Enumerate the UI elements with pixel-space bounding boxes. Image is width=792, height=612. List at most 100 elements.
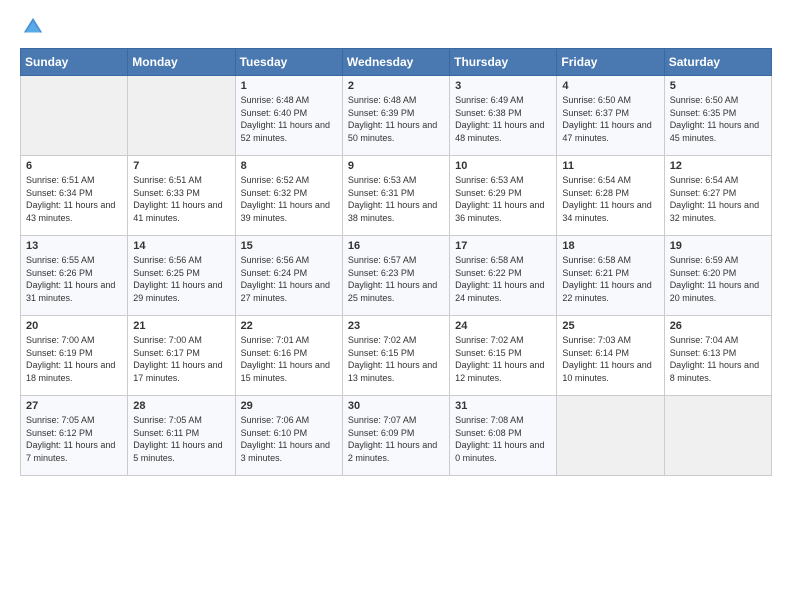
day-number: 18 — [562, 240, 658, 252]
day-number: 16 — [348, 240, 444, 252]
cell-content: Sunrise: 6:53 AM Sunset: 6:31 PM Dayligh… — [348, 174, 444, 224]
calendar-cell: 29 Sunrise: 7:06 AM Sunset: 6:10 PM Dayli… — [235, 396, 342, 476]
calendar-cell: 4 Sunrise: 6:50 AM Sunset: 6:37 PM Daylig… — [557, 76, 664, 156]
day-header-tuesday: Tuesday — [235, 49, 342, 76]
day-number: 3 — [455, 80, 551, 92]
calendar-cell: 11 Sunrise: 6:54 AM Sunset: 6:28 PM Dayli… — [557, 156, 664, 236]
calendar-cell — [557, 396, 664, 476]
day-number: 14 — [133, 240, 229, 252]
day-number: 17 — [455, 240, 551, 252]
cell-content: Sunrise: 7:03 AM Sunset: 6:14 PM Dayligh… — [562, 334, 658, 384]
cell-content: Sunrise: 6:59 AM Sunset: 6:20 PM Dayligh… — [670, 254, 766, 304]
day-header-wednesday: Wednesday — [342, 49, 449, 76]
cell-content: Sunrise: 6:57 AM Sunset: 6:23 PM Dayligh… — [348, 254, 444, 304]
cell-content: Sunrise: 6:56 AM Sunset: 6:25 PM Dayligh… — [133, 254, 229, 304]
week-row-2: 6 Sunrise: 6:51 AM Sunset: 6:34 PM Daylig… — [21, 156, 772, 236]
calendar-cell: 21 Sunrise: 7:00 AM Sunset: 6:17 PM Dayli… — [128, 316, 235, 396]
day-number: 22 — [241, 320, 337, 332]
cell-content: Sunrise: 7:06 AM Sunset: 6:10 PM Dayligh… — [241, 414, 337, 464]
cell-content: Sunrise: 6:53 AM Sunset: 6:29 PM Dayligh… — [455, 174, 551, 224]
day-number: 27 — [26, 400, 122, 412]
day-number: 25 — [562, 320, 658, 332]
cell-content: Sunrise: 7:05 AM Sunset: 6:11 PM Dayligh… — [133, 414, 229, 464]
calendar-cell: 17 Sunrise: 6:58 AM Sunset: 6:22 PM Dayli… — [450, 236, 557, 316]
calendar-cell: 2Sunrise: 6:48 AM Sunset: 6:39 PM Daylig… — [342, 76, 449, 156]
day-number: 19 — [670, 240, 766, 252]
calendar-cell: 8 Sunrise: 6:52 AM Sunset: 6:32 PM Daylig… — [235, 156, 342, 236]
calendar-cell: 25 Sunrise: 7:03 AM Sunset: 6:14 PM Dayli… — [557, 316, 664, 396]
day-number: 4 — [562, 80, 658, 92]
cell-content: Sunrise: 6:51 AM Sunset: 6:33 PM Dayligh… — [133, 174, 229, 224]
cell-content: Sunrise: 6:54 AM Sunset: 6:28 PM Dayligh… — [562, 174, 658, 224]
day-number: 12 — [670, 160, 766, 172]
calendar-cell: 13 Sunrise: 6:55 AM Sunset: 6:26 PM Dayli… — [21, 236, 128, 316]
calendar-cell: 1 Sunrise: 6:48 AM Sunset: 6:40 PM Daylig… — [235, 76, 342, 156]
cell-content: Sunrise: 7:00 AM Sunset: 6:17 PM Dayligh… — [133, 334, 229, 384]
cell-content: Sunrise: 7:07 AM Sunset: 6:09 PM Dayligh… — [348, 414, 444, 464]
day-number: 8 — [241, 160, 337, 172]
cell-content: Sunrise: 6:48 AM Sunset: 6:40 PM Dayligh… — [241, 94, 337, 144]
day-number: 10 — [455, 160, 551, 172]
day-number: 29 — [241, 400, 337, 412]
calendar-cell: 26 Sunrise: 7:04 AM Sunset: 6:13 PM Dayli… — [664, 316, 771, 396]
cell-content: Sunrise: 7:00 AM Sunset: 6:19 PM Dayligh… — [26, 334, 122, 384]
cell-content: Sunrise: 7:04 AM Sunset: 6:13 PM Dayligh… — [670, 334, 766, 384]
days-header-row: SundayMondayTuesdayWednesdayThursdayFrid… — [21, 49, 772, 76]
calendar-cell — [664, 396, 771, 476]
cell-content: Sunrise: 6:58 AM Sunset: 6:22 PM Dayligh… — [455, 254, 551, 304]
day-number: 26 — [670, 320, 766, 332]
cell-content: Sunrise: 7:02 AM Sunset: 6:15 PM Dayligh… — [455, 334, 551, 384]
day-number: 7 — [133, 160, 229, 172]
day-number: 15 — [241, 240, 337, 252]
calendar-cell — [128, 76, 235, 156]
day-header-saturday: Saturday — [664, 49, 771, 76]
cell-content: Sunrise: 6:50 AM Sunset: 6:37 PM Dayligh… — [562, 94, 658, 144]
calendar-cell: 28 Sunrise: 7:05 AM Sunset: 6:11 PM Dayli… — [128, 396, 235, 476]
day-number: 11 — [562, 160, 658, 172]
day-header-friday: Friday — [557, 49, 664, 76]
calendar-cell: 14 Sunrise: 6:56 AM Sunset: 6:25 PM Dayli… — [128, 236, 235, 316]
calendar-cell: 5Sunrise: 6:50 AM Sunset: 6:35 PM Daylig… — [664, 76, 771, 156]
calendar-cell: 18 Sunrise: 6:58 AM Sunset: 6:21 PM Dayli… — [557, 236, 664, 316]
cell-content: Sunrise: 6:54 AM Sunset: 6:27 PM Dayligh… — [670, 174, 766, 224]
calendar-cell: 23 Sunrise: 7:02 AM Sunset: 6:15 PM Dayli… — [342, 316, 449, 396]
calendar-cell: 31 Sunrise: 7:08 AM Sunset: 6:08 PM Dayli… — [450, 396, 557, 476]
cell-content: Sunrise: 6:58 AM Sunset: 6:21 PM Dayligh… — [562, 254, 658, 304]
calendar-cell: 9Sunrise: 6:53 AM Sunset: 6:31 PM Daylig… — [342, 156, 449, 236]
day-header-sunday: Sunday — [21, 49, 128, 76]
cell-content: Sunrise: 6:51 AM Sunset: 6:34 PM Dayligh… — [26, 174, 122, 224]
logo-icon — [22, 16, 44, 38]
day-number: 6 — [26, 160, 122, 172]
cell-content: Sunrise: 7:02 AM Sunset: 6:15 PM Dayligh… — [348, 334, 444, 384]
day-number: 30 — [348, 400, 444, 412]
week-row-4: 20 Sunrise: 7:00 AM Sunset: 6:19 PM Dayli… — [21, 316, 772, 396]
day-number: 5 — [670, 80, 766, 92]
calendar-table: SundayMondayTuesdayWednesdayThursdayFrid… — [20, 48, 772, 476]
calendar-cell: 22Sunrise: 7:01 AM Sunset: 6:16 PM Dayli… — [235, 316, 342, 396]
cell-content: Sunrise: 7:05 AM Sunset: 6:12 PM Dayligh… — [26, 414, 122, 464]
cell-content: Sunrise: 6:52 AM Sunset: 6:32 PM Dayligh… — [241, 174, 337, 224]
cell-content: Sunrise: 6:49 AM Sunset: 6:38 PM Dayligh… — [455, 94, 551, 144]
calendar-cell: 6 Sunrise: 6:51 AM Sunset: 6:34 PM Daylig… — [21, 156, 128, 236]
day-number: 20 — [26, 320, 122, 332]
day-number: 21 — [133, 320, 229, 332]
week-row-1: 1 Sunrise: 6:48 AM Sunset: 6:40 PM Daylig… — [21, 76, 772, 156]
cell-content: Sunrise: 6:48 AM Sunset: 6:39 PM Dayligh… — [348, 94, 444, 144]
day-number: 13 — [26, 240, 122, 252]
logo — [20, 16, 44, 38]
day-header-monday: Monday — [128, 49, 235, 76]
cell-content: Sunrise: 6:55 AM Sunset: 6:26 PM Dayligh… — [26, 254, 122, 304]
day-number: 24 — [455, 320, 551, 332]
calendar-cell: 10 Sunrise: 6:53 AM Sunset: 6:29 PM Dayli… — [450, 156, 557, 236]
day-number: 23 — [348, 320, 444, 332]
week-row-5: 27 Sunrise: 7:05 AM Sunset: 6:12 PM Dayli… — [21, 396, 772, 476]
day-header-thursday: Thursday — [450, 49, 557, 76]
week-row-3: 13 Sunrise: 6:55 AM Sunset: 6:26 PM Dayli… — [21, 236, 772, 316]
cell-content: Sunrise: 7:08 AM Sunset: 6:08 PM Dayligh… — [455, 414, 551, 464]
day-number: 31 — [455, 400, 551, 412]
calendar-cell: 12 Sunrise: 6:54 AM Sunset: 6:27 PM Dayli… — [664, 156, 771, 236]
day-number: 1 — [241, 80, 337, 92]
calendar-cell: 27 Sunrise: 7:05 AM Sunset: 6:12 PM Dayli… — [21, 396, 128, 476]
day-number: 28 — [133, 400, 229, 412]
calendar-cell: 30 Sunrise: 7:07 AM Sunset: 6:09 PM Dayli… — [342, 396, 449, 476]
